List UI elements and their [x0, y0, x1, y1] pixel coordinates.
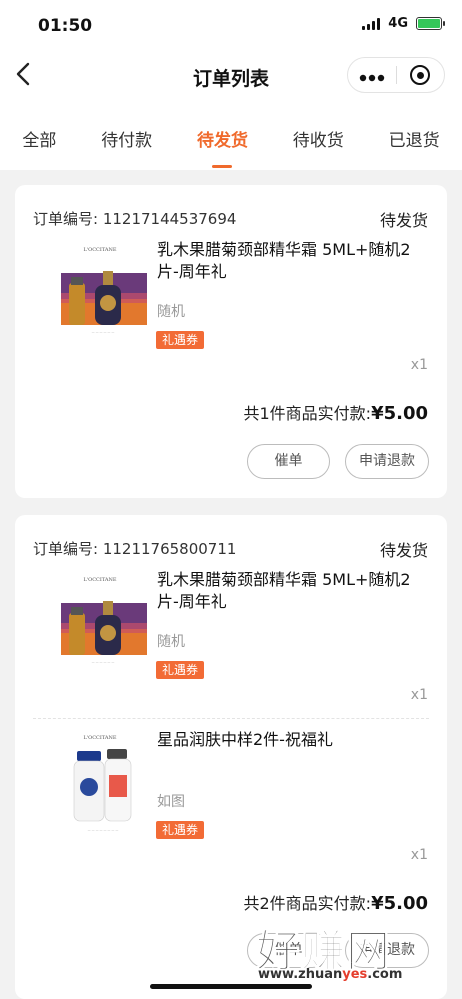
product-item[interactable]: L'OCCITANE — — — — — — — — 星品润肤中样2件-祝福礼 … — [15, 719, 447, 881]
order-total: 共1件商品实付款:¥5.00 — [243, 400, 428, 424]
order-number: 订单编号: 11217144537694 — [33, 210, 237, 228]
product-spec: 随机 — [157, 304, 185, 320]
order-header: 订单编号: 11217144537694 待发货 — [15, 185, 447, 230]
total-label: 共2件商品实付款: — [243, 894, 372, 913]
svg-text:L'OCCITANE: L'OCCITANE — [83, 735, 116, 741]
product-name: 乳木果腊菊颈部精华霜 5ML+随机2片-周年礼 — [157, 570, 411, 611]
order-header: 订单编号: 11211765800711 待发货 — [15, 515, 447, 560]
svg-text:— — — — — — — —: — — — — — — — — — [88, 828, 119, 832]
tab-pending-payment[interactable]: 待付款 — [101, 118, 152, 170]
signal-icon — [362, 17, 381, 30]
watermark-url-accent: yes — [342, 967, 368, 982]
product-quantity: x1 — [410, 687, 428, 703]
site-watermark: 好赚网 www.zhuanyes.com — [250, 915, 450, 990]
product-name: 星品润肤中样2件-祝福礼 — [157, 730, 333, 749]
svg-text:L'OCCITANE: L'OCCITANE — [83, 577, 116, 583]
target-icon[interactable] — [396, 65, 444, 85]
tab-all[interactable]: 全部 — [22, 118, 56, 170]
svg-text:L'OCCITANE: L'OCCITANE — [83, 247, 116, 253]
order-total: 共2件商品实付款:¥5.00 — [243, 890, 428, 914]
watermark-url-prefix: www.zhuan — [258, 967, 343, 982]
product-quantity: x1 — [410, 357, 428, 373]
total-label: 共1件商品实付款: — [243, 404, 372, 423]
order-status: 待发货 — [379, 541, 428, 560]
order-number: 订单编号: 11211765800711 — [33, 540, 237, 558]
product-image: L'OCCITANE — — — — — — — [45, 241, 155, 351]
product-quantity: x1 — [410, 847, 428, 863]
order-status: 待发货 — [379, 211, 428, 230]
urge-button[interactable]: 催单 — [247, 444, 330, 479]
tab-returned[interactable]: 已退货 — [389, 118, 440, 170]
coupon-tag: 礼遇券 — [156, 661, 205, 679]
status-time: 01:50 — [38, 16, 93, 36]
more-dots-icon[interactable] — [348, 65, 396, 85]
total-amount: ¥5.00 — [371, 403, 428, 424]
header-area: 01:50 4G 订单列表 全部 待付款 待发货 待收货 已退货 — [0, 0, 462, 170]
refund-button[interactable]: 申请退款 — [345, 444, 429, 479]
status-icons: 4G — [362, 16, 445, 31]
product-item[interactable]: L'OCCITANE — — — — — — 乳木果腊菊颈部精华霜 5ML+随机… — [15, 559, 447, 721]
battery-icon — [416, 17, 445, 30]
watermark-url-suffix: .com — [367, 967, 403, 982]
coupon-tag: 礼遇券 — [156, 331, 205, 349]
watermark-url: www.zhuanyes.com — [258, 967, 402, 982]
svg-text:— — — — — —: — — — — — — — [92, 330, 115, 334]
product-item[interactable]: L'OCCITANE — — — — — — 乳木果腊菊颈部精华霜 5ML+随机… — [15, 229, 447, 391]
nav-bar: 订单列表 — [0, 50, 462, 102]
mini-program-capsule — [347, 57, 445, 93]
tab-pending-receipt[interactable]: 待收货 — [293, 118, 344, 170]
product-spec: 随机 — [157, 634, 185, 650]
product-image: L'OCCITANE — — — — — — — [45, 571, 155, 681]
svg-text:— — — — — —: — — — — — — — [92, 660, 115, 664]
coupon-tag: 礼遇券 — [156, 821, 205, 839]
network-label: 4G — [388, 16, 408, 31]
status-bar: 01:50 4G — [0, 0, 462, 50]
total-amount: ¥5.00 — [371, 893, 428, 914]
home-indicator[interactable] — [150, 984, 312, 989]
product-spec: 如图 — [157, 794, 185, 810]
product-name: 乳木果腊菊颈部精华霜 5ML+随机2片-周年礼 — [157, 240, 411, 281]
order-card[interactable]: 订单编号: 11217144537694 待发货 L'OCCITANE — — … — [15, 185, 447, 498]
order-tabs: 全部 待付款 待发货 待收货 已退货 — [0, 118, 462, 170]
tab-pending-shipment[interactable]: 待发货 — [197, 118, 248, 170]
product-image: L'OCCITANE — — — — — — — — — [45, 731, 155, 841]
